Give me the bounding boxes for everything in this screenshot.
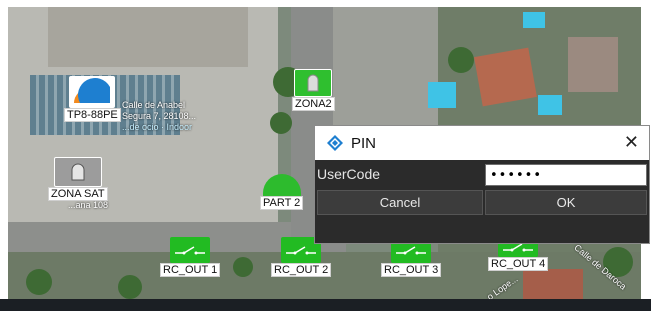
usercode-input[interactable] [485,164,647,186]
cancel-button[interactable]: Cancel [317,190,483,215]
zone-icon [294,69,333,97]
output-label: RC_OUT 1 [160,263,221,277]
output-label: RC_OUT 3 [381,263,442,277]
zone-label: ZONA SAT [48,187,108,201]
switch-icon [170,237,211,263]
output-marker-1[interactable]: RC_OUT 1 [160,237,221,277]
map-place-text: ...ana 108 [68,200,109,210]
map-pool-3 [523,12,545,28]
map-roof-house-3 [523,269,583,299]
zone-marker-zona2[interactable]: ZONA2 [292,69,335,111]
ok-button[interactable]: OK [485,190,647,215]
map-tree [26,269,52,295]
zone-label: ZONA2 [292,97,335,111]
map-address-text: Segura 7, 28108... [122,111,197,121]
map-tree [118,275,142,299]
zone-label: TP8-88PE [64,108,121,122]
zone-marker-tp8[interactable]: TP8-88PE [64,76,121,122]
map-roof-house-1 [474,47,537,107]
partition-marker[interactable]: PART 2 [260,174,304,210]
zone-marker-sat[interactable]: ZONA SAT [48,157,108,201]
map-courtyard [48,7,248,67]
map-pool-2 [538,95,562,115]
output-label: RC_OUT 2 [271,263,332,277]
zone-tp8-icon [69,76,116,108]
map-pool-1 [428,82,456,108]
map-parking [333,7,443,127]
map-tree [233,257,253,277]
pin-dialog: PIN ✕ UserCode Cancel OK [314,125,650,244]
usercode-row: UserCode [315,162,649,188]
dialog-title: PIN [351,134,377,152]
map-address-text: ...de ocio · Indoor [122,122,193,132]
dialog-titlebar[interactable]: PIN ✕ [315,126,649,160]
close-icon[interactable]: ✕ [624,132,639,153]
partition-dome-icon [262,174,301,196]
usercode-label: UserCode [317,166,381,182]
map-tree [448,47,474,73]
dialog-buttons: Cancel OK [315,190,649,216]
zone-sat-icon [53,157,102,187]
app-logo-icon [327,135,343,151]
bottom-bar [0,299,651,311]
partition-label: PART 2 [260,196,304,210]
map-road [8,222,308,252]
output-label: RC_OUT 4 [488,257,549,271]
map-tree [270,112,292,134]
map-address-text: Calle de Anabel [122,100,186,110]
map-roof-house-2 [568,37,618,92]
